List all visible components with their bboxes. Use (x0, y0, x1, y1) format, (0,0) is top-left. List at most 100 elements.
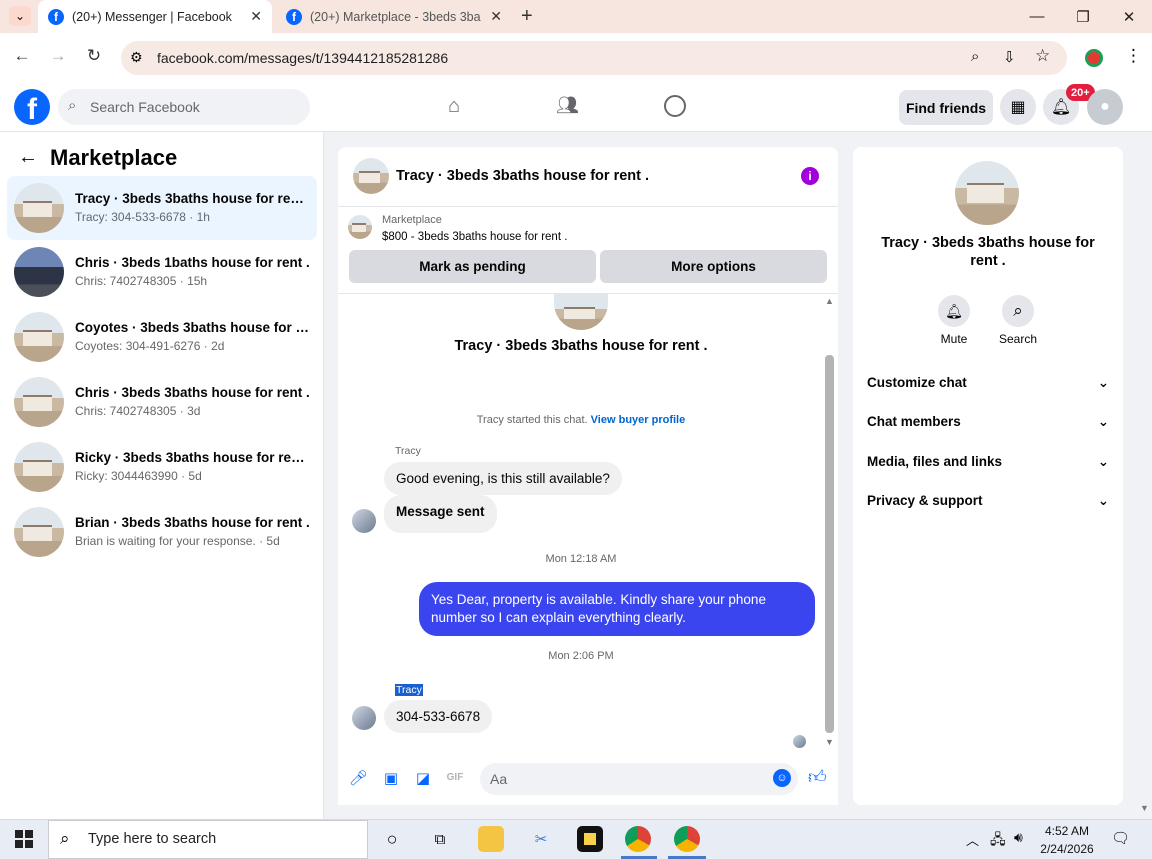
search-placeholder[interactable]: Search Facebook (90, 99, 200, 115)
forward-icon[interactable]: → (46, 46, 70, 66)
friends-icon[interactable]: 👥︎ (556, 95, 579, 116)
sticker-icon[interactable]: ◪ (414, 769, 432, 787)
incoming-message[interactable]: 304-533-6678 (384, 700, 493, 733)
home-icon[interactable]: ⌂ (448, 95, 460, 118)
install-app-icon[interactable]: ⇩ (1003, 48, 1016, 66)
privacy-support-row[interactable]: Privacy & support ⌄ (867, 493, 1109, 509)
task-view-icon[interactable]: ⧉ (427, 826, 453, 852)
listing-thumbnail[interactable] (348, 215, 372, 239)
windows-start-icon[interactable] (15, 830, 33, 848)
mute-bell-icon[interactable]: 🔔︎ (938, 295, 970, 327)
cortana-icon[interactable]: ○ (379, 826, 405, 852)
conversation-item[interactable]: Chris · 3beds 1baths house for rent . Ch… (7, 240, 317, 304)
zoom-icon[interactable]: ⌕ (971, 48, 979, 65)
started-text: Tracy started this chat. (476, 414, 588, 426)
file-explorer-icon[interactable] (478, 826, 504, 852)
view-buyer-profile-link[interactable]: View buyer profile (591, 414, 686, 426)
snipping-tool-icon[interactable]: ✂ (528, 826, 554, 852)
message-input[interactable] (480, 763, 798, 795)
close-window-icon[interactable]: ✕ (1106, 0, 1152, 33)
conversation-item[interactable]: Tracy · 3beds 3baths house for rent . Tr… (7, 176, 317, 240)
message-sender: Tracy (395, 445, 421, 457)
page-scroll-down-icon[interactable]: ▼ (1140, 803, 1149, 813)
find-friends-button[interactable]: Find friends (899, 90, 993, 125)
back-arrow-icon[interactable]: ← (18, 146, 38, 169)
search-conversation-icon[interactable]: ⌕ (1002, 295, 1034, 327)
tab-search-chevron-icon[interactable]: ⌄ (9, 6, 31, 26)
taskbar-clock[interactable]: 4:52 AM 2/24/2026 (1035, 822, 1099, 858)
listing-avatar (14, 247, 64, 297)
network-icon[interactable]: 🖧︎ (990, 829, 1006, 853)
conversation-item[interactable]: Chris · 3beds 3baths house for rent . Ch… (7, 370, 317, 434)
tab-close-icon[interactable]: ✕ (490, 8, 502, 25)
mark-as-pending-button[interactable]: Mark as pending (349, 250, 596, 283)
tab-close-icon[interactable]: ✕ (250, 8, 262, 25)
conversation-preview: Coyotes: 304-491-6276 · 2d (75, 339, 225, 353)
time-separator: Mon 12:18 AM (545, 553, 617, 565)
facebook-logo-icon[interactable]: f (14, 89, 50, 125)
taskbar-search-placeholder[interactable]: Type here to search (88, 831, 216, 847)
gif-icon[interactable]: GIF (446, 772, 464, 783)
chrome-icon[interactable] (674, 826, 700, 852)
more-options-button[interactable]: More options (600, 250, 827, 283)
section-label: Customize chat (867, 375, 967, 390)
menu-grid-icon[interactable]: ▦ (1000, 89, 1036, 125)
message-sender: Tracy (395, 684, 423, 696)
back-icon[interactable]: ← (10, 46, 34, 66)
emoji-icon[interactable]: ☺ (773, 769, 791, 787)
bookmark-star-icon[interactable]: ☆ (1035, 46, 1050, 66)
microphone-icon[interactable]: 🎤︎ (349, 769, 368, 787)
thumbs-up-icon[interactable]: 👍︎ (808, 766, 827, 788)
site-info-icon[interactable]: ⚙ (130, 49, 143, 66)
chevron-down-icon: ⌄ (1097, 454, 1109, 469)
reload-icon[interactable]: ↻ (82, 46, 106, 66)
show-hidden-icons-icon[interactable]: ︿ (966, 830, 979, 849)
message-input-placeholder[interactable]: Aa (490, 771, 507, 787)
conversation-item[interactable]: Coyotes · 3beds 3baths house for rent . … (7, 305, 317, 369)
maximize-icon[interactable]: ❐ (1060, 0, 1106, 33)
listing-avatar (14, 377, 64, 427)
chrome-icon[interactable] (625, 826, 651, 852)
url-text[interactable]: facebook.com/messages/t/1394412185281286 (157, 50, 448, 66)
notification-center-icon[interactable]: 🗨︎ (1111, 829, 1130, 847)
chat-members-row[interactable]: Chat members ⌄ (867, 414, 1109, 430)
profile-icon[interactable] (1085, 49, 1103, 67)
sticky-notes-icon[interactable] (577, 826, 603, 852)
tab-marketplace[interactable]: f (20+) Marketplace - 3beds 3ba ✕ (276, 0, 512, 33)
chat-title[interactable]: Tracy · 3beds 3baths house for rent . (396, 168, 649, 184)
incoming-message[interactable]: Message sent (384, 495, 497, 533)
account-avatar-icon[interactable]: ● (1087, 89, 1123, 125)
tab-label: (20+) Messenger | Facebook (72, 9, 232, 24)
scroll-down-arrow-icon[interactable]: ▼ (825, 737, 834, 747)
info-icon[interactable]: i (801, 167, 819, 185)
read-receipt-avatar (793, 735, 806, 748)
new-tab-icon[interactable]: + (521, 5, 533, 28)
incoming-message[interactable]: Good evening, is this still available? (384, 462, 622, 495)
conversation-item[interactable]: Ricky · 3beds 3baths house for rent . Ri… (7, 435, 317, 499)
conversation-preview: Ricky: 3044463990 · 5d (75, 469, 202, 483)
scroll-up-arrow-icon[interactable]: ▲ (825, 296, 834, 306)
conversation-preview: Chris: 7402748305 · 3d (75, 404, 201, 418)
media-files-links-row[interactable]: Media, files and links ⌄ (867, 454, 1109, 470)
browser-menu-icon[interactable]: ⋮ (1125, 46, 1142, 66)
chevron-down-icon: ⌄ (1097, 375, 1109, 390)
search-icon: ⌕ (68, 97, 77, 114)
listing-avatar (14, 312, 64, 362)
outgoing-message[interactable]: Yes Dear, property is available. Kindly … (419, 582, 815, 636)
facebook-favicon-icon: f (286, 8, 302, 25)
listing-avatar (14, 507, 64, 557)
customize-chat-row[interactable]: Customize chat ⌄ (867, 375, 1109, 391)
tab-messenger[interactable]: f (20+) Messenger | Facebook ✕ (38, 0, 272, 33)
conversation-item[interactable]: Brian · 3beds 3baths house for rent . Br… (7, 500, 317, 564)
conversation-title: Chris · 3beds 3baths house for rent . (75, 385, 310, 400)
listing-price-title[interactable]: $800 - 3beds 3baths house for rent . (382, 231, 567, 243)
chat-avatar[interactable] (353, 158, 389, 194)
photo-icon[interactable]: ▣ (382, 769, 400, 787)
conversation-title: Tracy · 3beds 3baths house for rent . (75, 191, 310, 206)
groups-icon[interactable] (664, 95, 686, 117)
volume-icon[interactable]: 🔊︎ (1014, 829, 1023, 846)
chevron-down-icon: ⌄ (1097, 414, 1109, 429)
minimize-icon[interactable]: — (1014, 0, 1060, 33)
chat-started-notice: Tracy started this chat. View buyer prof… (338, 414, 824, 426)
scrollbar-thumb[interactable] (825, 355, 834, 733)
